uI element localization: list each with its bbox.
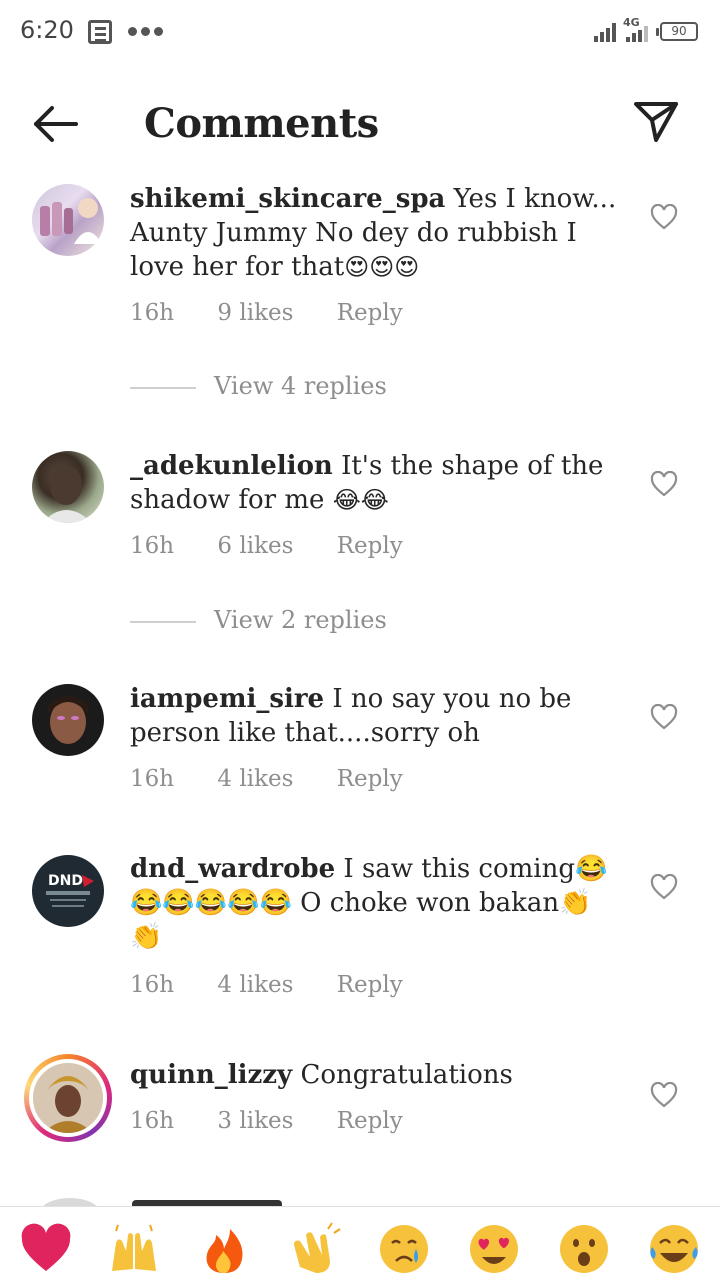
reply-button[interactable]: Reply: [337, 533, 403, 559]
reply-button[interactable]: Reply: [337, 300, 403, 326]
view-replies-button[interactable]: View 2 replies: [130, 606, 387, 634]
more-dots-icon: [128, 27, 164, 37]
comment-meta: 16h 9 likes Reply: [130, 300, 439, 326]
reply-button[interactable]: Reply: [337, 972, 403, 998]
reply-button[interactable]: Reply: [337, 1108, 403, 1134]
like-heart-icon[interactable]: [650, 704, 678, 730]
fire-icon[interactable]: [196, 1221, 252, 1277]
clapping-hands-icon[interactable]: [286, 1221, 342, 1277]
comment-username[interactable]: iampemi_sire: [130, 684, 324, 714]
astonished-face-icon[interactable]: [556, 1221, 612, 1277]
comment-meta: 16h 3 likes Reply: [130, 1108, 439, 1134]
divider-line: [130, 620, 196, 623]
comment-time: 16h: [130, 766, 175, 792]
comment-likes[interactable]: 9 likes: [217, 300, 293, 326]
avatar-story-ring[interactable]: [24, 1054, 112, 1142]
avatar[interactable]: [32, 184, 104, 256]
comment-likes[interactable]: 6 likes: [217, 533, 293, 559]
view-replies-label: View 4 replies: [214, 372, 387, 400]
comment-likes[interactable]: 4 likes: [217, 972, 293, 998]
send-icon[interactable]: [630, 96, 682, 148]
quick-reaction-bar: [0, 1206, 720, 1283]
comment-emoji: 😂😂: [332, 486, 389, 514]
comment-username[interactable]: dnd_wardrobe: [130, 854, 335, 884]
comment-time: 16h: [130, 972, 175, 998]
red-heart-icon[interactable]: [18, 1221, 74, 1277]
comment-meta: 16h 6 likes Reply: [130, 533, 439, 559]
comment-username[interactable]: _adekunlelion: [130, 451, 333, 481]
crying-face-icon[interactable]: [376, 1221, 432, 1277]
like-heart-icon[interactable]: [650, 1082, 678, 1108]
raising-hands-icon[interactable]: [106, 1221, 162, 1277]
signal-icon: [594, 22, 620, 42]
header: Comments: [0, 78, 720, 170]
view-replies-label: View 2 replies: [214, 606, 387, 634]
comment-emoji: 😍😍😍: [344, 253, 420, 281]
comment-likes[interactable]: 3 likes: [217, 1108, 293, 1134]
avatar: [29, 1059, 107, 1137]
avatar[interactable]: [32, 451, 104, 523]
status-bar: 6:20 4G 90: [0, 0, 720, 64]
comment-time: 16h: [130, 1108, 175, 1134]
tears-of-joy-icon[interactable]: [646, 1221, 702, 1277]
comment-text: Congratulations: [300, 1060, 513, 1090]
heart-eyes-icon[interactable]: [466, 1221, 522, 1277]
battery-icon: 90: [656, 22, 698, 41]
signal-secondary-icon: [624, 26, 650, 42]
like-heart-icon[interactable]: [650, 471, 678, 497]
comment-time: 16h: [130, 300, 175, 326]
comment-meta: 16h 4 likes Reply: [130, 766, 439, 792]
like-heart-icon[interactable]: [650, 204, 678, 230]
news-icon: [88, 20, 112, 44]
back-arrow-icon[interactable]: [30, 98, 82, 150]
reply-button[interactable]: Reply: [337, 766, 403, 792]
avatar[interactable]: [32, 684, 104, 756]
like-heart-icon[interactable]: [650, 874, 678, 900]
comment-time: 16h: [130, 533, 175, 559]
view-replies-button[interactable]: View 4 replies: [130, 372, 387, 400]
divider-line: [130, 386, 196, 389]
comment-username[interactable]: shikemi_skincare_spa: [130, 184, 445, 214]
status-time: 6:20: [20, 16, 74, 44]
comment-likes[interactable]: 4 likes: [217, 766, 293, 792]
comment-username[interactable]: quinn_lizzy: [130, 1060, 292, 1090]
comment-meta: 16h 4 likes Reply: [130, 972, 439, 998]
avatar-logo-text: DND: [48, 873, 83, 889]
avatar[interactable]: DND: [32, 855, 104, 927]
page-title: Comments: [144, 100, 379, 147]
